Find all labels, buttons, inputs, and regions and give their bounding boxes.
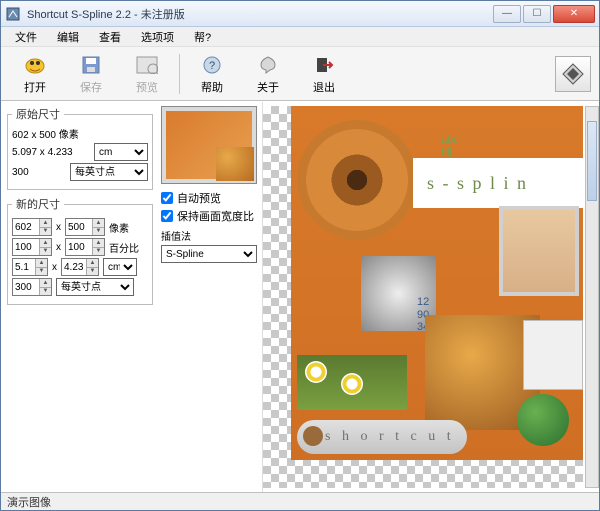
exit-button[interactable]: 退出 xyxy=(296,50,352,98)
poster-shortcut-pill: s h o r t c u t xyxy=(297,420,467,454)
menubar: 文件 编辑 查看 选项项 帮? xyxy=(1,27,599,47)
about-button[interactable]: 关于 xyxy=(240,50,296,98)
new-height-px[interactable]: ▲▼ xyxy=(65,218,105,236)
keep-ratio-checkbox[interactable]: 保持画面宽度比 xyxy=(161,208,258,224)
preview-label: 预览 xyxy=(136,79,158,95)
open-button[interactable]: 打开 xyxy=(7,50,63,98)
app-icon xyxy=(5,6,21,22)
original-size-group: 原始尺寸 602 x 500 像素 5.097 x 4.233 cm 300 每… xyxy=(7,106,153,190)
interpolation-select[interactable]: S-Spline xyxy=(161,245,257,263)
close-button[interactable]: ✕ xyxy=(553,5,595,23)
svg-text:?: ? xyxy=(209,60,215,72)
toolbar: 打开 保存 预览 ? 帮助 关于 退出 xyxy=(1,47,599,101)
status-text: 演示图像 xyxy=(7,494,51,510)
poster-brand: s - s p l i n xyxy=(413,158,583,208)
open-label: 打开 xyxy=(24,79,46,95)
window-title: Shortcut S-Spline 2.2 - 未注册版 xyxy=(27,6,493,22)
poster-dino xyxy=(517,394,569,446)
poster-face xyxy=(499,206,579,296)
minimize-button[interactable]: — xyxy=(493,5,521,23)
poster-flowers xyxy=(297,355,407,410)
preview-button[interactable]: 预览 xyxy=(119,50,175,98)
logo-icon xyxy=(560,61,586,87)
poster-geometry xyxy=(523,320,583,390)
new-width-cm[interactable]: ▲▼ xyxy=(12,258,48,276)
about-icon xyxy=(256,53,280,77)
new-height-cm[interactable]: ▲▼ xyxy=(61,258,99,276)
pct-label: 百分比 xyxy=(109,240,139,255)
px-label: 像素 xyxy=(109,220,129,235)
vertical-scrollbar[interactable] xyxy=(585,106,599,488)
help-label: 帮助 xyxy=(201,79,223,95)
original-pixel-dims: 602 x 500 像素 xyxy=(12,126,148,141)
new-width-px[interactable]: ▲▼ xyxy=(12,218,52,236)
original-dpi: 300 xyxy=(12,167,29,178)
auto-preview-checkbox[interactable]: 自动预览 xyxy=(161,190,258,206)
menu-edit[interactable]: 编辑 xyxy=(47,27,89,47)
new-size-group: 新的尺寸 ▲▼ x ▲▼ 像素 ▲▼ x ▲▼ 百分比 ▲▼ x ▲▼ xyxy=(7,196,153,305)
original-phys-unit[interactable]: cm xyxy=(94,143,148,161)
original-phys-dims: 5.097 x 4.233 xyxy=(12,147,73,158)
menu-view[interactable]: 查看 xyxy=(89,27,131,47)
new-dpi[interactable]: ▲▼ xyxy=(12,278,52,296)
menu-options[interactable]: 选项项 xyxy=(131,27,184,47)
new-dpi-unit[interactable]: 每英寸点 xyxy=(56,278,134,296)
new-size-legend: 新的尺寸 xyxy=(12,196,64,212)
interpolation-label: 插值法 xyxy=(161,228,258,243)
poster-eye xyxy=(297,120,417,240)
preview-pane: abchijopqr s - s p l i n 1290345678 s h … xyxy=(262,102,599,492)
save-icon xyxy=(79,53,103,77)
exit-icon xyxy=(312,53,336,77)
preview-image[interactable]: abchijopqr s - s p l i n 1290345678 s h … xyxy=(291,106,583,460)
save-button[interactable]: 保存 xyxy=(63,50,119,98)
toolbar-separator xyxy=(179,54,180,94)
about-label: 关于 xyxy=(257,79,279,95)
original-size-legend: 原始尺寸 xyxy=(12,106,64,122)
original-dpi-unit[interactable]: 每英寸点 xyxy=(70,163,148,181)
save-label: 保存 xyxy=(80,79,102,95)
menu-help[interactable]: 帮? xyxy=(184,27,221,47)
exit-label: 退出 xyxy=(313,79,335,95)
logo-button[interactable] xyxy=(555,56,591,92)
thumbnail-navigator[interactable] xyxy=(161,106,257,184)
statusbar: 演示图像 xyxy=(1,492,599,510)
new-width-pct[interactable]: ▲▼ xyxy=(12,238,52,256)
new-height-pct[interactable]: ▲▼ xyxy=(65,238,105,256)
titlebar: Shortcut S-Spline 2.2 - 未注册版 — ☐ ✕ xyxy=(1,1,599,27)
new-phys-unit[interactable]: cm xyxy=(103,258,137,276)
open-icon xyxy=(23,53,47,77)
menu-file[interactable]: 文件 xyxy=(5,27,47,47)
maximize-button[interactable]: ☐ xyxy=(523,5,551,23)
help-icon: ? xyxy=(200,53,224,77)
preview-icon xyxy=(135,53,159,77)
help-button[interactable]: ? 帮助 xyxy=(184,50,240,98)
